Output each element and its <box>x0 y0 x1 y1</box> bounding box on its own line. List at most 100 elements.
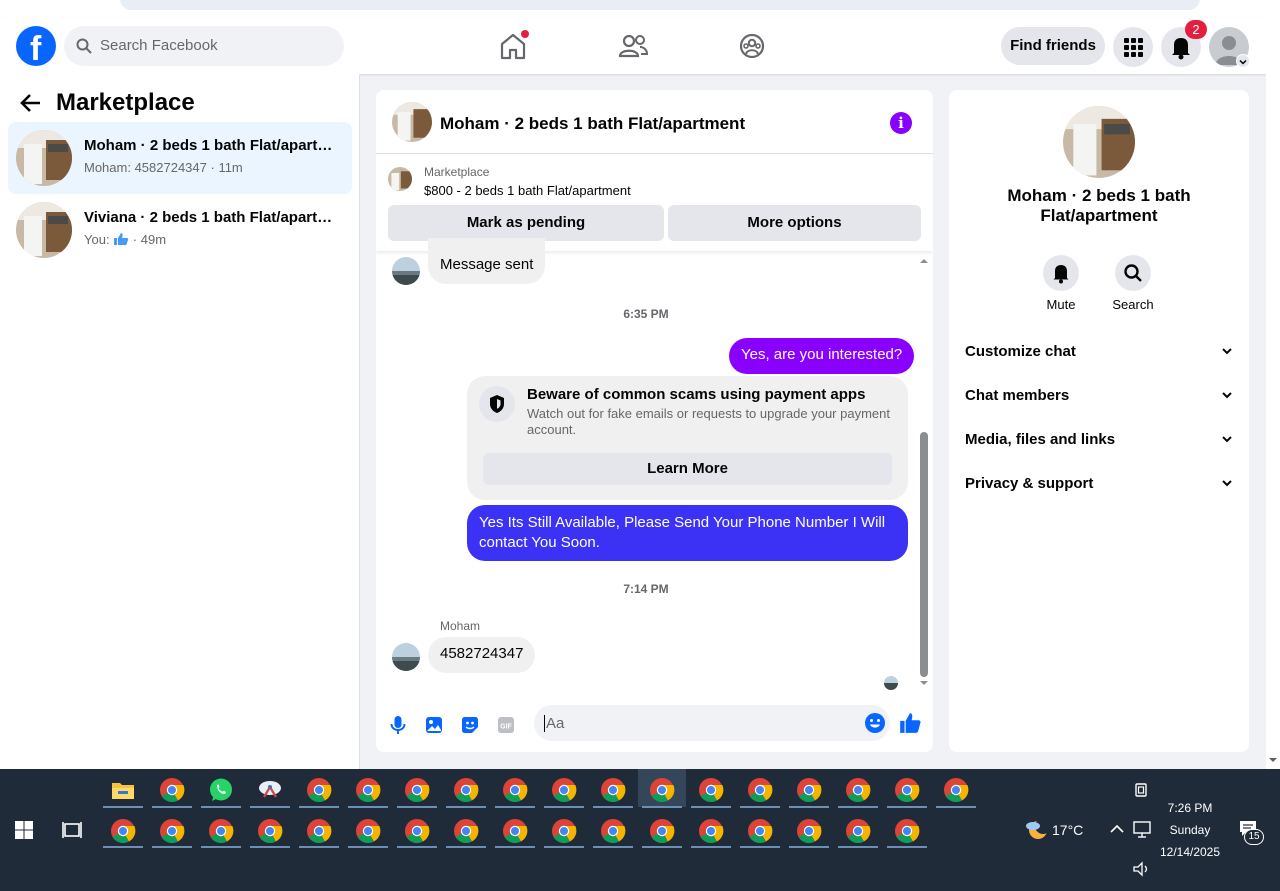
taskbar-active-indicator <box>152 806 192 808</box>
chrome-profile-icon[interactable] <box>698 818 724 844</box>
listing-source: Marketplace <box>424 165 490 179</box>
file-explorer-icon[interactable] <box>110 777 136 803</box>
back-arrow-icon[interactable] <box>20 92 42 114</box>
listing-thumbnail <box>16 202 72 258</box>
chrome-profile-icon[interactable] <box>159 818 185 844</box>
conversation-item[interactable]: Viviana · 2 beds 1 bath Flat/apartment Y… <box>8 194 352 266</box>
page-scrollbar[interactable] <box>1266 17 1280 769</box>
chrome-profile-icon[interactable] <box>600 777 626 803</box>
chat-listing-thumbnail[interactable] <box>392 102 432 142</box>
chrome-profile-icon[interactable] <box>306 818 332 844</box>
chrome-profile-icon[interactable] <box>404 777 430 803</box>
tablet-mode-icon[interactable] <box>1132 781 1150 799</box>
chrome-profile-icon[interactable] <box>747 777 773 803</box>
chrome-profile-icon[interactable] <box>502 818 528 844</box>
emoji-icon[interactable] <box>864 712 886 734</box>
network-icon[interactable] <box>1132 820 1152 838</box>
chrome-profile-icon[interactable] <box>355 818 381 844</box>
chrome-profile-icon[interactable] <box>649 818 675 844</box>
info-icon[interactable]: i <box>890 112 912 134</box>
more-options-button[interactable]: More options <box>668 205 921 241</box>
mark-as-pending-button[interactable]: Mark as pending <box>388 205 664 241</box>
account-chevron-icon[interactable] <box>1236 54 1250 68</box>
chrome-profile-icon[interactable] <box>257 818 283 844</box>
whatsapp-icon[interactable] <box>208 777 234 803</box>
taskbar-active-indicator <box>887 846 927 848</box>
chat-title[interactable]: Moham · 2 beds 1 bath Flat/apartment <box>440 114 745 134</box>
chrome-profile-icon[interactable] <box>796 777 822 803</box>
chrome-profile-icon[interactable] <box>845 777 871 803</box>
like-thumbs-up-icon[interactable] <box>898 711 922 735</box>
chrome-profile-icon[interactable] <box>355 777 381 803</box>
read-receipt-avatar <box>884 676 898 690</box>
chrome-profile-icon[interactable] <box>110 818 136 844</box>
scrollbar-thumb[interactable] <box>920 432 928 677</box>
customize-chat-section[interactable]: Customize chat <box>965 343 1233 367</box>
taskbar-active-indicator <box>201 846 241 848</box>
chrome-profile-icon[interactable] <box>698 777 724 803</box>
chrome-profile-icon[interactable] <box>453 818 479 844</box>
chrome-profile-icon[interactable] <box>649 777 675 803</box>
friends-icon[interactable] <box>616 29 650 63</box>
chrome-profile-icon[interactable] <box>943 777 969 803</box>
windows-start-icon[interactable] <box>12 818 36 842</box>
microphone-icon[interactable] <box>387 714 409 736</box>
chrome-profile-icon[interactable] <box>453 777 479 803</box>
find-friends-button[interactable]: Find friends <box>1001 27 1105 65</box>
chat-scrollbar[interactable] <box>918 252 930 692</box>
volume-icon[interactable] <box>1132 861 1152 877</box>
conversation-item[interactable]: Moham · 2 beds 1 bath Flat/apartment Moh… <box>8 122 352 194</box>
listing-price[interactable]: $800 - 2 beds 1 bath Flat/apartment <box>424 183 631 198</box>
search-input[interactable]: Search Facebook <box>64 26 344 66</box>
media-files-links-section[interactable]: Media, files and links <box>965 431 1233 455</box>
clock-day[interactable]: Sunday <box>1160 823 1220 837</box>
browser-address-strip <box>0 0 1280 17</box>
scroll-down-arrow-icon[interactable] <box>1266 755 1280 765</box>
clock-time[interactable]: 7:26 PM <box>1160 801 1220 815</box>
chrome-profile-icon[interactable] <box>551 777 577 803</box>
chat-members-section[interactable]: Chat members <box>965 387 1233 411</box>
clock-date[interactable]: 12/14/2025 <box>1155 845 1225 859</box>
chrome-profile-icon[interactable] <box>845 818 871 844</box>
task-view-icon[interactable] <box>60 818 84 842</box>
chrome-profile-icon[interactable] <box>551 818 577 844</box>
chrome-icon[interactable] <box>159 777 185 803</box>
home-icon[interactable] <box>496 29 530 63</box>
chrome-profile-icon[interactable] <box>894 777 920 803</box>
search-in-chat-button[interactable]: Search <box>1103 255 1163 312</box>
learn-more-button[interactable]: Learn More <box>483 453 892 485</box>
taskbar-active-indicator <box>201 806 241 808</box>
snipping-tool-icon[interactable] <box>257 777 283 803</box>
chevron-down-icon <box>1222 392 1232 399</box>
taskbar-active-indicator <box>299 806 339 808</box>
scroll-up-arrow-icon[interactable] <box>918 256 930 266</box>
groups-icon[interactable] <box>735 29 769 63</box>
chrome-profile-icon[interactable] <box>747 818 773 844</box>
chrome-profile-icon[interactable] <box>502 777 528 803</box>
chevron-up-icon[interactable] <box>1108 821 1126 837</box>
sticker-icon[interactable] <box>459 714 481 736</box>
weather-moon-icon[interactable] <box>1024 817 1050 841</box>
photo-icon[interactable] <box>423 714 445 736</box>
search-label: Search <box>1112 297 1154 312</box>
chrome-profile-icon[interactable] <box>404 818 430 844</box>
listing-photo[interactable] <box>1063 106 1135 178</box>
facebook-logo[interactable]: f <box>16 26 56 68</box>
chrome-profile-icon[interactable] <box>894 818 920 844</box>
taskbar-active-indicator <box>348 806 388 808</box>
message-input[interactable]: Aa <box>534 705 890 741</box>
weather-temperature[interactable]: 17°C <box>1052 822 1083 838</box>
outgoing-message: Yes, are you interested? <box>729 338 915 374</box>
menu-button[interactable] <box>1113 27 1153 67</box>
chrome-profile-icon[interactable] <box>208 818 234 844</box>
taskbar-active-indicator <box>397 846 437 848</box>
browser-omnibox[interactable] <box>120 0 1200 10</box>
gif-icon[interactable]: GIF <box>495 714 517 736</box>
chrome-profile-icon[interactable] <box>796 818 822 844</box>
taskbar-active-indicator <box>103 806 143 808</box>
scroll-down-arrow-icon[interactable] <box>918 678 930 688</box>
mute-button[interactable]: Mute <box>1031 255 1091 312</box>
privacy-support-section[interactable]: Privacy & support <box>965 475 1233 499</box>
chrome-profile-icon[interactable] <box>306 777 332 803</box>
chrome-profile-icon[interactable] <box>600 818 626 844</box>
